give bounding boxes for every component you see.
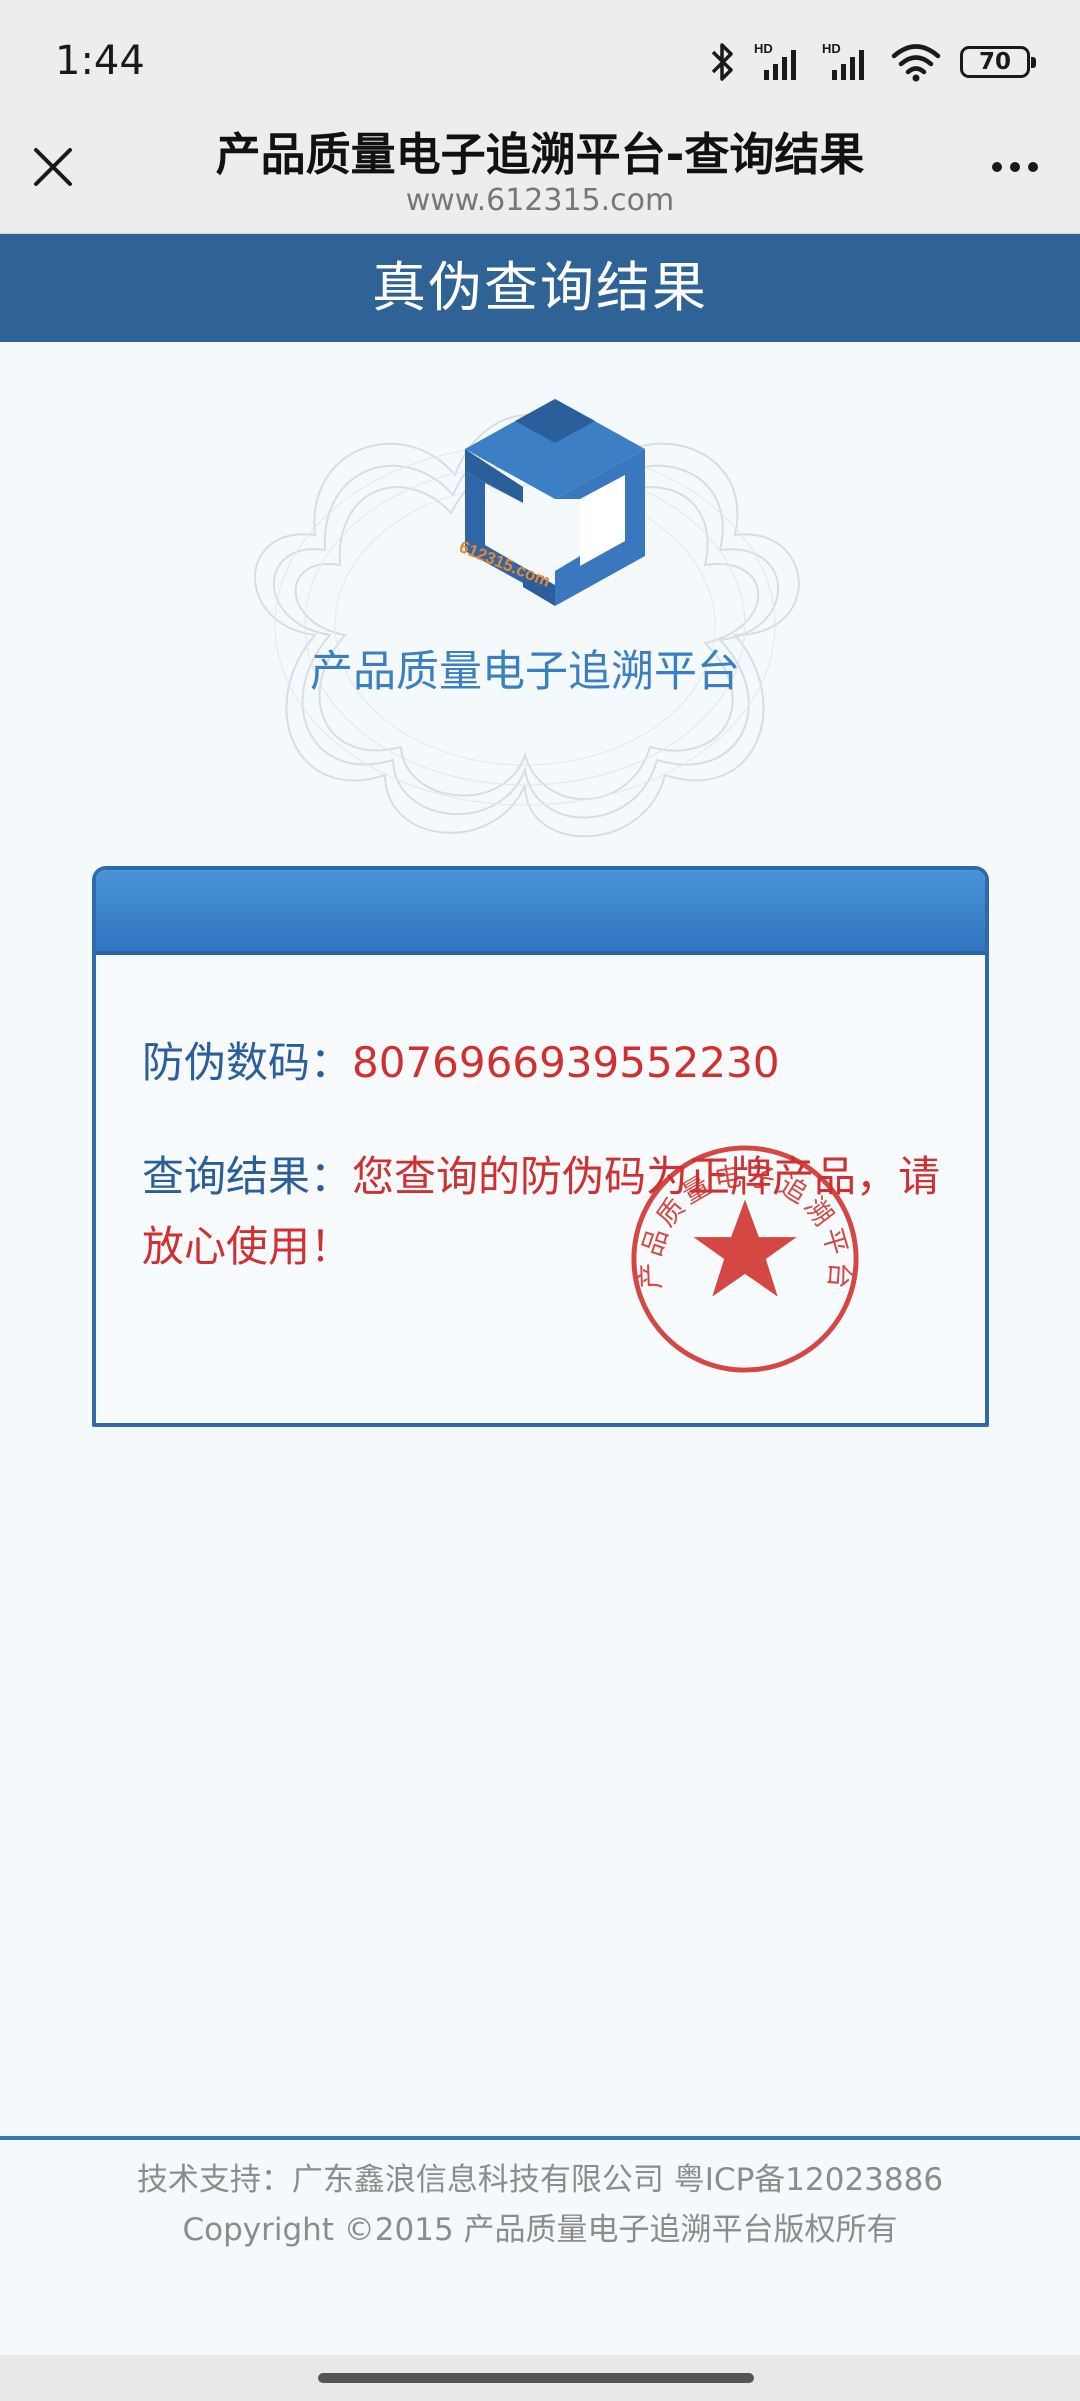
status-time: 1:44 <box>55 38 145 84</box>
result-card-header <box>96 870 985 955</box>
footer-copyright: Copyright ©2015 产品质量电子追溯平台版权所有 <box>182 2212 898 2248</box>
status-icons: HD HD 70 <box>710 38 1036 86</box>
result-card: 防伪数码：8076966939552230 产品质量电子追溯平台 查询结果：您查… <box>92 866 989 1427</box>
more-icon[interactable] <box>990 155 1040 179</box>
bluetooth-icon <box>711 43 733 81</box>
logo-badge-text: 612315.com <box>457 537 554 591</box>
footer-divider <box>0 2136 1080 2140</box>
battery-icon: 70 <box>960 46 1036 78</box>
page-footer: 技术支持：广东鑫浪信息科技有限公司 粤ICP备12023886 Copyrigh… <box>0 2155 1080 2255</box>
wifi-icon <box>891 44 941 82</box>
footer-support: 技术支持：广东鑫浪信息科技有限公司 粤ICP备12023886 <box>136 2162 944 2198</box>
page-title: 产品质量电子追溯平台-查询结果 <box>215 128 865 181</box>
cube-logo-icon: 612315.com <box>457 399 645 606</box>
code-row: 防伪数码：8076966939552230 <box>142 1036 780 1091</box>
result-row: 查询结果：您查询的防伪码为正牌产品，请放心使用！ <box>142 1142 942 1282</box>
signal-hd-icon: HD <box>822 41 864 80</box>
code-label: 防伪数码： <box>142 1038 353 1087</box>
result-label: 查询结果： <box>142 1152 353 1201</box>
logo-caption: 产品质量电子追溯平台 <box>310 647 740 697</box>
home-indicator[interactable] <box>318 2373 754 2383</box>
top-nav-bar: 1:44 HD HD 70 产品质量电子追溯平台-查询结果 www.612315… <box>0 0 1080 234</box>
platform-logo: 612315.com 产品质量电子追溯平台 <box>195 385 855 845</box>
svg-text:HD: HD <box>754 41 773 56</box>
section-header: 真伪查询结果 <box>0 234 1080 342</box>
signal-hd-icon: HD <box>754 41 796 80</box>
svg-text:HD: HD <box>822 41 841 56</box>
page-url: www.612315.com <box>405 183 675 218</box>
code-value: 8076966939552230 <box>352 1038 780 1087</box>
